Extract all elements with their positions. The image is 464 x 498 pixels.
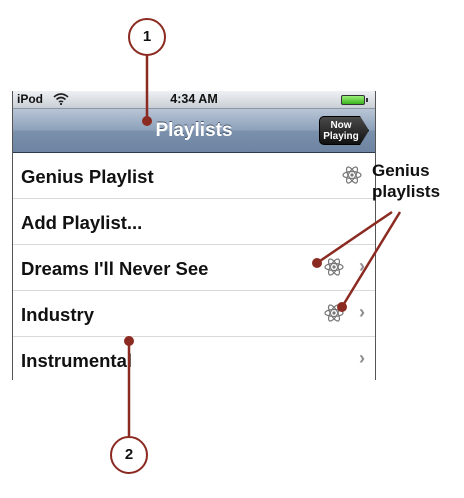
callout-1: 1: [128, 18, 166, 56]
genius-label-line1: Genius: [372, 161, 430, 180]
callout-2: 2: [110, 436, 148, 474]
genius-playlists-label: Genius playlists: [372, 160, 440, 202]
genius-label-line2: playlists: [372, 182, 441, 201]
annotation-lines: [124, 55, 402, 436]
